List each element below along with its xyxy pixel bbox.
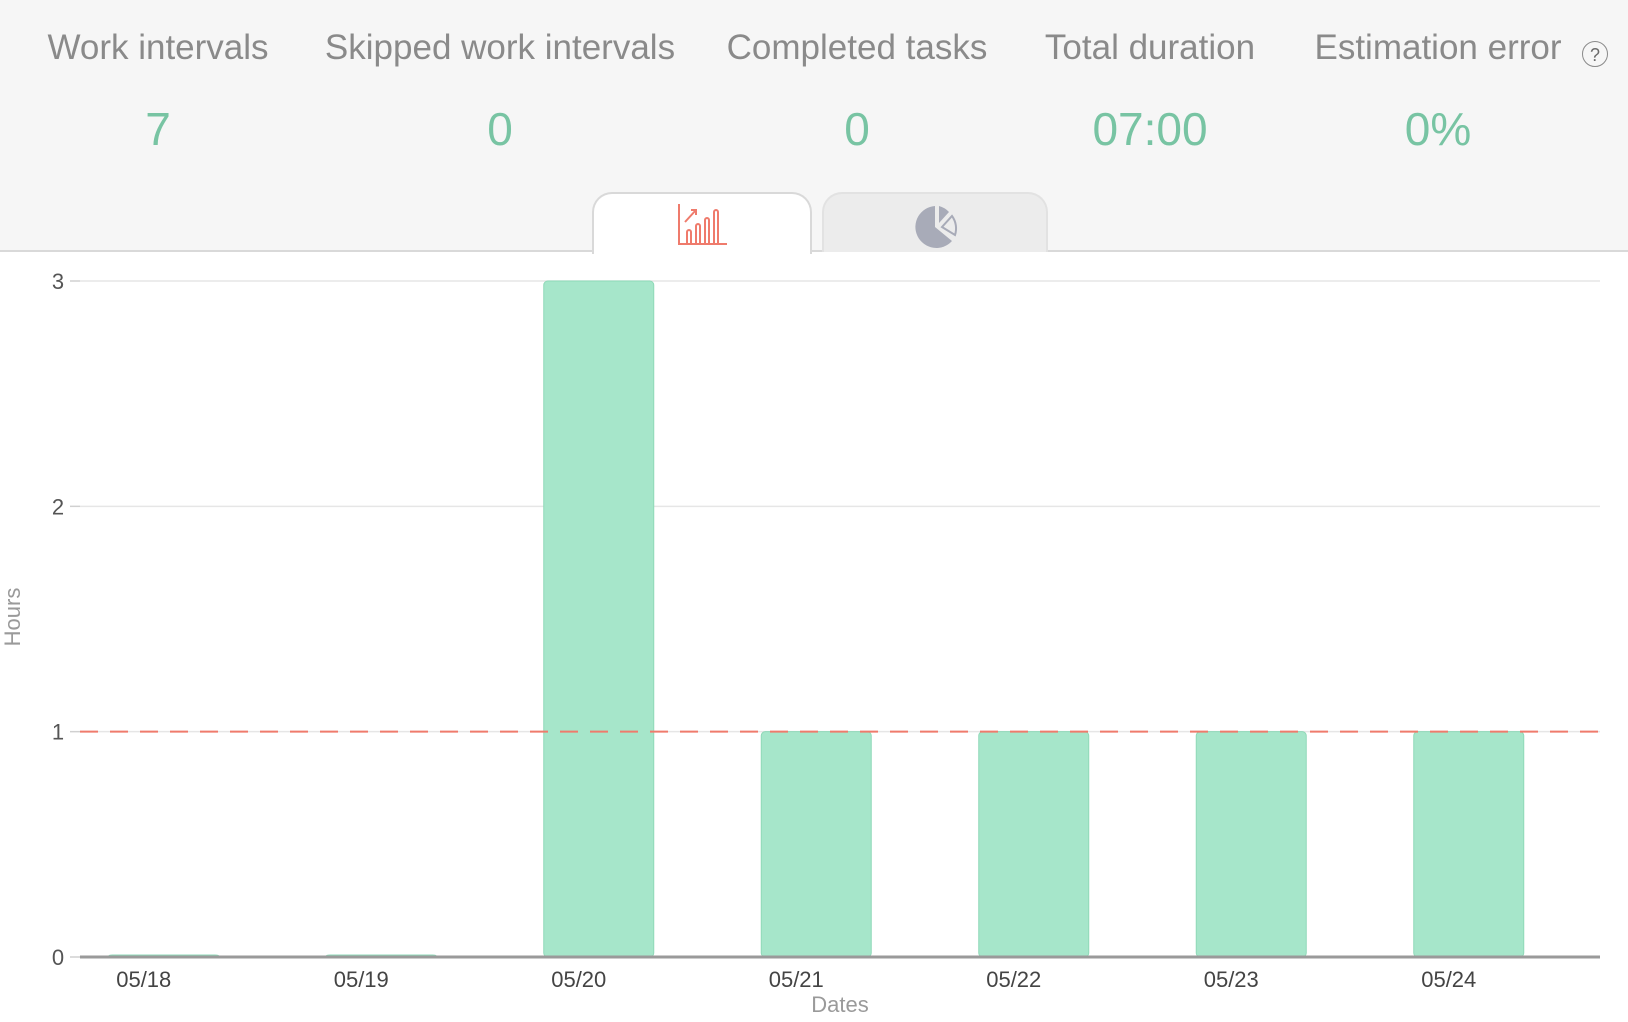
stat-label: Total duration: [1044, 28, 1256, 67]
x-tick-label: 05/20: [551, 967, 606, 992]
pie-chart-icon: [915, 206, 958, 248]
bar: [1195, 731, 1307, 958]
stat-label: Work intervals: [47, 28, 269, 67]
stat-label: Skipped work intervals: [324, 28, 676, 67]
stat-total-duration: Total duration 07:00: [1035, 28, 1265, 156]
stat-value: 07:00: [1092, 103, 1208, 155]
stat-skipped-work-intervals: Skipped work intervals 0: [320, 28, 680, 156]
y-tick-label: 3: [52, 269, 64, 294]
stat-label: Estimation error: [1314, 28, 1562, 67]
help-icon[interactable]: ?: [1582, 41, 1608, 67]
y-tick-label: 0: [52, 945, 64, 970]
tab-bar-chart[interactable]: [592, 192, 812, 254]
x-tick-label: 05/18: [116, 967, 171, 992]
stats-panel: Work intervals 7 Skipped work intervals …: [0, 0, 1628, 254]
bar-chart: 0 1 2 3 05/18 05/19 05/20 05/21 05/22 05/23 05/24 D…: [0, 269, 1600, 1017]
bar: [760, 731, 872, 958]
stat-completed-tasks: Completed tasks 0: [712, 28, 1002, 156]
tab-pie-chart[interactable]: [822, 192, 1048, 252]
y-tick-label: 2: [52, 494, 64, 519]
stat-estimation-error: Estimation error 0%: [1308, 28, 1568, 156]
bar: [543, 280, 655, 958]
x-axis-title: Dates: [811, 992, 868, 1017]
stat-work-intervals: Work intervals 7: [38, 28, 278, 156]
y-axis-title: Hours: [0, 588, 25, 647]
x-tick-label: 05/21: [769, 967, 824, 992]
x-tick-label: 05/22: [986, 967, 1041, 992]
stat-value: 0: [844, 103, 870, 155]
stat-value: 0: [487, 103, 513, 155]
x-tick-label: 05/24: [1421, 967, 1476, 992]
x-tick-label: 05/23: [1204, 967, 1259, 992]
y-tick-label: 1: [52, 720, 64, 745]
x-tick-label: 05/19: [334, 967, 389, 992]
bar-chart-icon: [678, 204, 727, 245]
bar: [1413, 731, 1525, 958]
bar: [978, 731, 1090, 958]
stat-label: Completed tasks: [726, 28, 988, 67]
stat-value: 0%: [1404, 103, 1472, 155]
stat-value: 7: [145, 103, 171, 155]
